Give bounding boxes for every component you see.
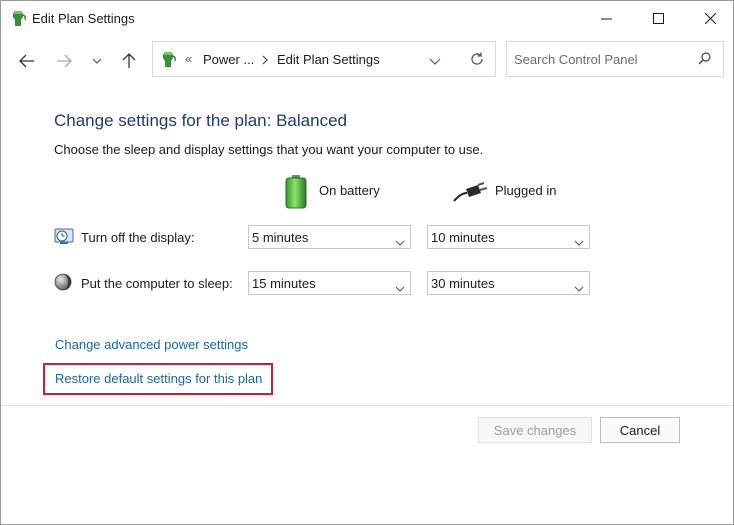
up-button[interactable]	[117, 49, 141, 73]
advanced-power-settings-link[interactable]: Change advanced power settings	[55, 337, 248, 352]
chevron-down-icon	[395, 279, 405, 297]
close-button[interactable]	[687, 1, 733, 35]
window-title: Edit Plan Settings	[32, 11, 135, 26]
recent-locations-button[interactable]	[85, 49, 109, 73]
search-box[interactable]	[506, 41, 724, 77]
page-heading: Change settings for the plan: Balanced	[54, 111, 347, 130]
footer-divider	[1, 405, 733, 406]
refresh-icon[interactable]	[469, 51, 485, 72]
sleep-battery-value: 15 minutes	[252, 276, 316, 291]
sleep-timeout-label: Put the computer to sleep:	[81, 276, 233, 291]
breadcrumb-separator-icon	[262, 53, 268, 68]
back-button[interactable]	[15, 49, 39, 73]
breadcrumb-current[interactable]: Edit Plan Settings	[277, 52, 380, 67]
column-label-battery: On battery	[319, 183, 380, 198]
arrow-up-icon	[122, 53, 136, 68]
forward-button[interactable]	[52, 49, 76, 73]
navigation-bar: « Power ... Edit Plan Settings	[1, 37, 733, 85]
edit-plan-settings-window: Edit Plan Settings « Power ... Edit Plan…	[0, 0, 734, 525]
sleep-moon-icon	[54, 273, 72, 296]
power-options-icon	[161, 51, 177, 74]
cancel-button[interactable]: Cancel	[600, 417, 680, 443]
display-battery-value: 5 minutes	[252, 230, 309, 245]
title-bar: Edit Plan Settings	[1, 1, 733, 37]
chevron-down-icon	[574, 233, 584, 251]
display-battery-select[interactable]: 5 minutes	[248, 225, 411, 249]
chevron-down-icon	[395, 233, 405, 251]
chevron-down-icon	[92, 58, 102, 64]
search-icon[interactable]	[698, 52, 711, 70]
maximize-icon	[652, 12, 664, 24]
arrow-right-icon	[57, 54, 72, 68]
display-timeout-label: Turn off the display:	[81, 230, 195, 245]
display-clock-icon	[54, 227, 74, 250]
column-label-plugged: Plugged in	[495, 183, 557, 198]
minimize-button[interactable]	[583, 1, 629, 35]
sleep-plugged-select[interactable]: 30 minutes	[427, 271, 590, 295]
display-plugged-select[interactable]: 10 minutes	[427, 225, 590, 249]
arrow-left-icon	[19, 54, 34, 68]
save-changes-button[interactable]: Save changes	[478, 417, 592, 443]
chevron-down-icon	[574, 279, 584, 297]
power-plug-icon	[453, 181, 491, 208]
restore-defaults-link[interactable]: Restore default settings for this plan	[55, 371, 262, 386]
battery-icon	[285, 175, 307, 214]
close-icon	[704, 12, 716, 24]
display-plugged-value: 10 minutes	[431, 230, 495, 245]
breadcrumb-parent[interactable]: Power ...	[203, 52, 254, 67]
power-options-icon	[11, 10, 27, 28]
address-dropdown-icon[interactable]	[429, 53, 441, 71]
breadcrumb-overflow[interactable]: «	[185, 51, 192, 66]
sleep-battery-select[interactable]: 15 minutes	[248, 271, 411, 295]
address-bar[interactable]: « Power ... Edit Plan Settings	[152, 41, 496, 77]
maximize-button[interactable]	[635, 1, 681, 35]
search-input[interactable]	[514, 50, 684, 68]
sleep-plugged-value: 30 minutes	[431, 276, 495, 291]
page-description: Choose the sleep and display settings th…	[54, 142, 484, 157]
minimize-icon	[600, 18, 612, 19]
